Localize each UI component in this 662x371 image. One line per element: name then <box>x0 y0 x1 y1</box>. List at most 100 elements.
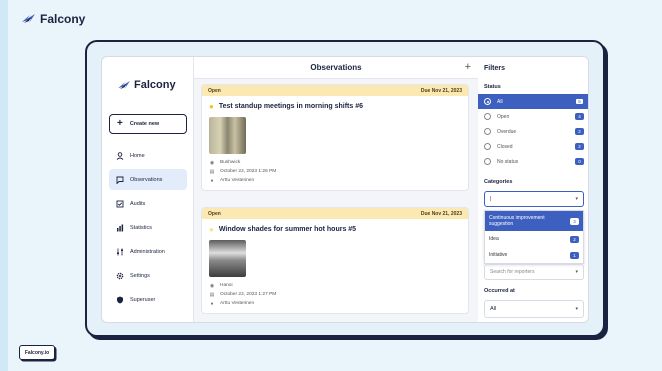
card-status-bar: Open Due Nov 21, 2023 <box>202 85 468 96</box>
status-option-no-status[interactable]: No status 0 <box>478 154 588 169</box>
sidebar-item-statistics[interactable]: Statistics <box>109 217 187 238</box>
radio-icon <box>484 143 491 150</box>
observations-panel: Observations + Open Due Nov 21, 2023 ● T… <box>194 57 478 322</box>
website-text: Falcony.io <box>24 349 50 356</box>
location-row: ◉ Bushwick <box>209 158 468 167</box>
calendar-icon: ▤ <box>209 168 215 175</box>
status-option-overdue[interactable]: Overdue 2 <box>478 124 588 139</box>
user-icon: ● <box>210 177 214 184</box>
status-option-open[interactable]: Open 4 <box>478 109 588 124</box>
observation-card[interactable]: Open Due Nov 21, 2023 ● Test standup mee… <box>201 84 469 191</box>
count-badge: 2 <box>575 143 584 150</box>
sidebar-item-administration[interactable]: Administration <box>109 241 187 262</box>
date-row: ▤ October 22, 2023 1:27 PM <box>209 290 468 299</box>
sliders-icon <box>115 247 124 256</box>
sidebar: Falcony + Create new Home Observations A… <box>102 57 194 322</box>
count-badge: 5 <box>575 98 584 105</box>
falcon-icon <box>22 14 35 23</box>
card-title-text: Window shades for summer hot hours #5 <box>218 226 357 233</box>
occurred-value: All <box>490 306 497 312</box>
count-badge: 2 <box>570 235 579 243</box>
chevron-down-icon: ▾ <box>575 196 578 202</box>
observation-thumbnail[interactable] <box>209 117 246 154</box>
count-badge: 2 <box>575 128 584 135</box>
sidebar-logo-text: Falcony <box>134 79 176 91</box>
status-option-label: Open <box>497 113 510 120</box>
sidebar-item-observations[interactable]: Observations <box>109 169 187 190</box>
status-badge: Open <box>208 210 221 217</box>
user-icon: ● <box>210 300 214 307</box>
category-option[interactable]: Continuous improvement suggestion 3 <box>485 211 583 231</box>
location-text: Bushwick <box>220 160 241 165</box>
categories-dropdown: Continuous improvement suggestion 3 Idea… <box>484 210 584 264</box>
chat-icon <box>115 175 124 184</box>
sidebar-item-label: Superuser <box>130 296 156 303</box>
sidebar-item-audits[interactable]: Audits <box>109 193 187 214</box>
category-option-label: Idea <box>489 236 499 242</box>
person-icon <box>115 151 124 160</box>
status-label: Status <box>484 84 501 90</box>
create-new-button[interactable]: + Create new <box>109 114 187 134</box>
observation-thumbnail[interactable] <box>209 240 246 277</box>
radio-icon <box>484 128 491 135</box>
sidebar-logo[interactable]: Falcony <box>118 79 176 91</box>
card-status-bar: Open Due Nov 21, 2023 <box>202 208 468 219</box>
pin-icon: ◉ <box>209 282 215 289</box>
shield-icon <box>115 295 124 304</box>
sidebar-item-superuser[interactable]: Superuser <box>109 289 187 310</box>
sidebar-item-label: Statistics <box>130 224 153 231</box>
category-option[interactable]: Initiative 1 <box>485 247 583 263</box>
reporters-placeholder: Search for reporters <box>490 269 535 275</box>
plus-icon: + <box>117 118 123 129</box>
date-text: October 22, 2023 1:26 PM <box>220 169 277 174</box>
calendar-icon: ▤ <box>209 291 215 298</box>
due-date: Due Nov 21, 2023 <box>420 210 462 217</box>
reporter-text: Arttu Vesterinen <box>220 301 255 306</box>
category-option[interactable]: Idea 2 <box>485 231 583 247</box>
sidebar-item-label: Observations <box>130 176 163 183</box>
count-badge: 4 <box>575 113 584 120</box>
status-option-all[interactable]: All 5 <box>478 94 588 109</box>
filters-panel: Filters Status All 5 Open 4 Overdue 2 Cl… <box>478 57 588 322</box>
falcon-icon <box>118 80 130 89</box>
status-badge: Open <box>208 87 221 94</box>
sidebar-item-home[interactable]: Home <box>109 145 187 166</box>
chevron-down-icon: ▾ <box>575 269 578 275</box>
card-title: ● Test standup meetings in morning shift… <box>202 96 468 111</box>
checkbox-icon <box>115 199 124 208</box>
status-option-closed[interactable]: Closed 2 <box>478 139 588 154</box>
brand-name: Falcony <box>40 12 86 26</box>
plus-icon[interactable]: + <box>465 61 471 73</box>
sidebar-item-settings[interactable]: Settings <box>109 265 187 286</box>
categories-select[interactable]: | ▾ <box>484 191 584 207</box>
status-option-label: No status <box>497 158 519 165</box>
website-tag[interactable]: Falcony.io <box>19 345 55 360</box>
category-option-label: Initiative <box>489 252 508 258</box>
categories-input-value: | <box>490 196 492 202</box>
date-text: October 22, 2023 1:27 PM <box>220 292 277 297</box>
location-text: Hanoi <box>220 283 233 288</box>
chevron-down-icon: ▾ <box>575 306 578 312</box>
app-window: Falcony + Create new Home Observations A… <box>101 56 589 323</box>
category-option-label: Continuous improvement suggestion <box>489 215 545 227</box>
lightbulb-icon: ● <box>209 225 214 234</box>
card-meta: ◉ Bushwick ▤ October 22, 2023 1:26 PM ● … <box>202 154 468 185</box>
due-date: Due Nov 21, 2023 <box>420 87 462 94</box>
sidebar-nav: Home Observations Audits Statistics Admi… <box>109 145 187 313</box>
card-title: ● Window shades for summer hot hours #5 <box>202 219 468 234</box>
page-title: Observations <box>310 63 362 72</box>
reporters-search-input[interactable]: Search for reporters ▾ <box>484 264 584 280</box>
observations-header: Observations + <box>194 57 478 79</box>
occurred-at-select[interactable]: All ▾ <box>484 300 584 318</box>
sidebar-item-label: Audits <box>130 200 146 207</box>
bar-chart-icon <box>115 223 124 232</box>
create-new-label: Create new <box>129 121 160 127</box>
count-badge: 3 <box>570 217 579 225</box>
pin-icon: ◉ <box>209 159 215 166</box>
sidebar-item-label: Settings <box>130 272 150 279</box>
observation-card[interactable]: Open Due Nov 21, 2023 ● Window shades fo… <box>201 207 469 314</box>
count-badge: 1 <box>570 251 579 259</box>
categories-label: Categories <box>484 179 513 185</box>
brand-logo: Falcony <box>22 12 85 26</box>
filters-title: Filters <box>484 65 506 72</box>
